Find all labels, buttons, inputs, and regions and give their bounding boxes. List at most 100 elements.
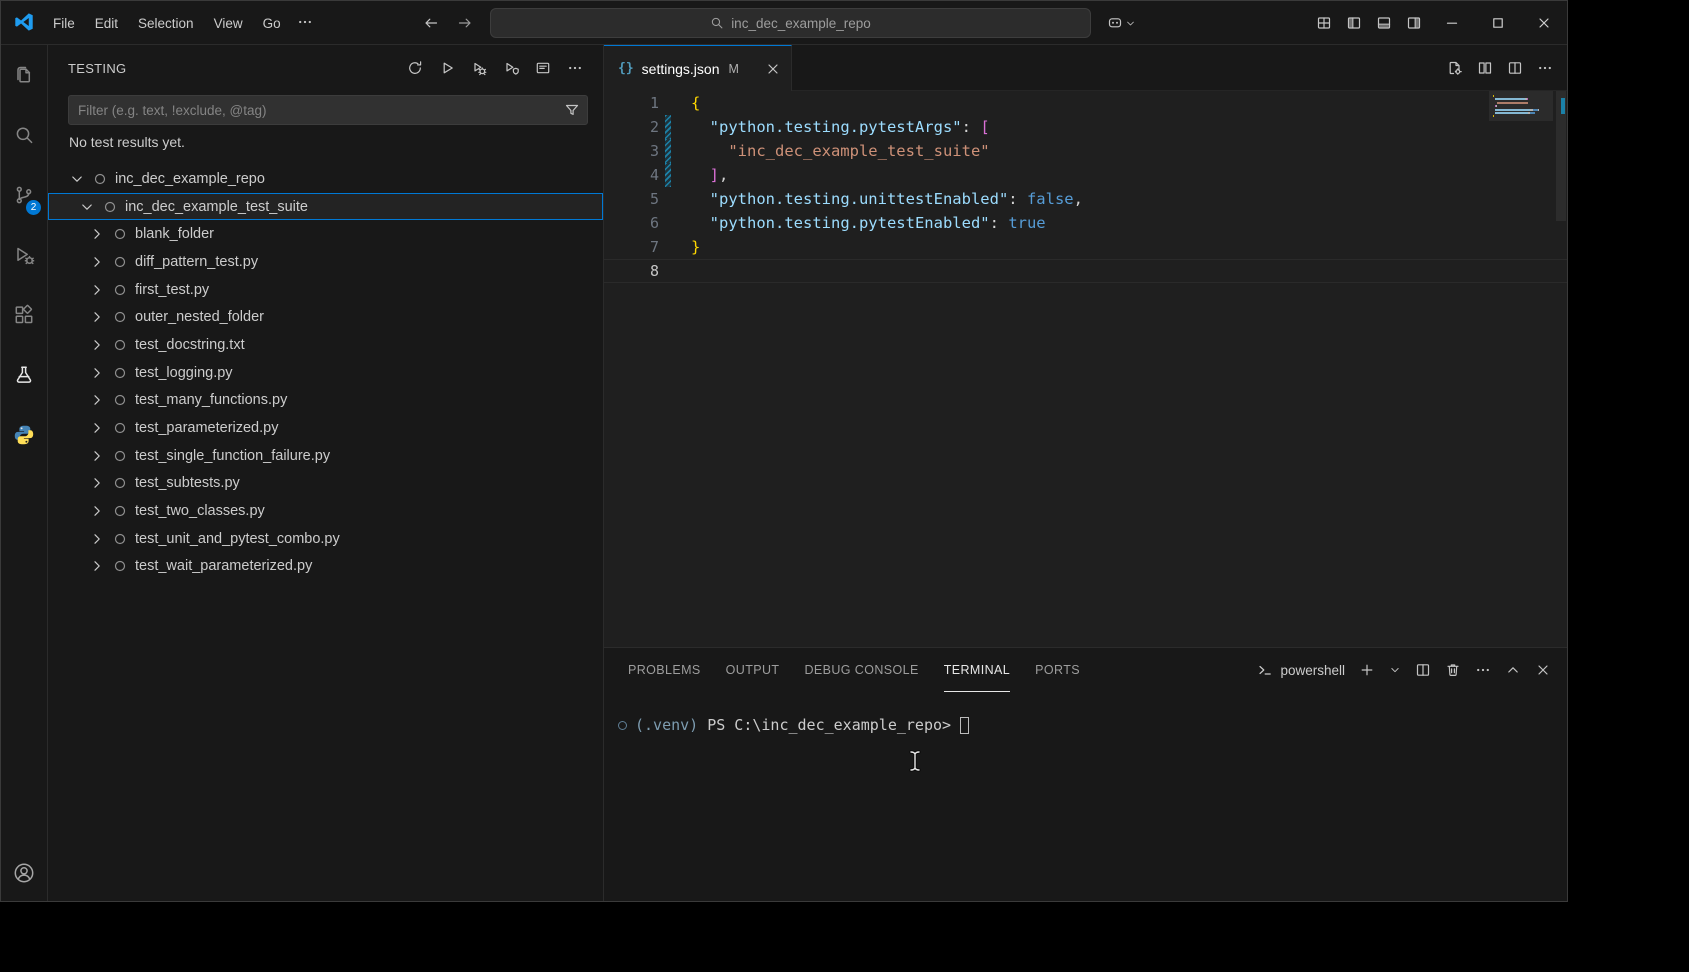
new-terminal-icon[interactable] [1359,662,1375,678]
chevron-right-icon[interactable] [89,503,105,519]
chevron-down-icon[interactable] [69,171,85,187]
chevron-right-icon[interactable] [89,392,105,408]
activity-testing-icon[interactable] [1,345,47,405]
test-tree-item[interactable]: test_subtests.py [48,470,603,498]
chevron-right-icon[interactable] [89,448,105,464]
more-actions-icon[interactable] [1475,662,1491,678]
go-forward-icon[interactable] [457,15,473,31]
chevron-right-icon[interactable] [89,558,105,574]
maximize-panel-icon[interactable] [1505,662,1521,678]
chevron-right-icon[interactable] [89,226,105,242]
panel-tab-output[interactable]: OUTPUT [726,648,780,692]
run-tests-with-coverage-icon[interactable] [501,58,521,78]
test-tree-item[interactable]: first_test.py [48,276,603,304]
test-tree-item[interactable]: blank_folder [48,220,603,248]
filter-icon[interactable] [564,102,580,118]
command-decoration-icon[interactable] [618,721,627,730]
code-text: "python.testing.unittestEnabled": false, [691,187,1083,211]
more-actions-icon[interactable] [1537,60,1553,76]
open-settings-ui-icon[interactable] [1447,60,1463,76]
maximize-icon[interactable] [1475,1,1521,45]
chevron-down-icon[interactable] [79,199,95,215]
test-tree-item[interactable]: inc_dec_example_repo [48,165,603,193]
show-output-icon[interactable] [533,58,553,78]
terminal[interactable]: (.venv) PS C:\inc_dec_example_repo> [604,692,1567,901]
open-changes-icon[interactable] [1477,60,1493,76]
toggle-panel-icon[interactable] [1369,8,1399,38]
activity-account-icon[interactable] [1,851,47,895]
test-tree-item[interactable]: test_two_classes.py [48,497,603,525]
close-tab-icon[interactable] [765,61,781,77]
run-tests-icon[interactable] [437,58,457,78]
code-line[interactable]: 2 "python.testing.pytestArgs": [ [604,115,1567,139]
minimize-icon[interactable] [1429,1,1475,45]
test-tree-item[interactable]: outer_nested_folder [48,303,603,331]
test-tree-item[interactable]: test_unit_and_pytest_combo.py [48,525,603,553]
split-editor-icon[interactable] [1507,60,1523,76]
menu-file[interactable]: File [43,12,85,35]
code-line[interactable]: 8 [604,259,1567,283]
test-tree-item[interactable]: inc_dec_example_test_suite [48,193,603,221]
menu-selection[interactable]: Selection [128,12,204,35]
tab-settings-json[interactable]: {} settings.json M [604,45,792,91]
customize-layout-icon[interactable] [1309,8,1339,38]
activity-extensions-icon[interactable] [1,285,47,345]
activity-search-icon[interactable] [1,105,47,165]
more-actions-icon[interactable] [565,58,585,78]
split-terminal-icon[interactable] [1415,662,1431,678]
chevron-right-icon[interactable] [89,365,105,381]
minimap-line [1493,102,1549,104]
test-filter-input[interactable] [68,95,588,125]
activity-run-and-debug-icon[interactable] [1,225,47,285]
chevron-right-icon[interactable] [89,309,105,325]
activity-source-control-icon[interactable]: 2 [1,165,47,225]
minimap[interactable] [1489,91,1553,211]
chevron-right-icon[interactable] [89,475,105,491]
menu-edit[interactable]: Edit [85,12,128,35]
test-tree-item[interactable]: test_logging.py [48,359,603,387]
test-tree-item[interactable]: test_parameterized.py [48,414,603,442]
go-back-icon[interactable] [423,15,439,31]
copilot-button[interactable] [1107,11,1136,35]
menu-go[interactable]: Go [253,12,291,35]
test-tree-item[interactable]: test_many_functions.py [48,387,603,415]
panel-tab-debug-console[interactable]: DEBUG CONSOLE [804,648,918,692]
close-panel-icon[interactable] [1535,662,1551,678]
code-line[interactable]: 6 "python.testing.pytestEnabled": true [604,211,1567,235]
menu-overflow-icon[interactable] [291,10,319,37]
command-center[interactable]: inc_dec_example_repo [490,8,1091,38]
code-line[interactable]: 7} [604,235,1567,259]
code-line[interactable]: 3 "inc_dec_example_test_suite" [604,139,1567,163]
test-tree-item[interactable]: test_docstring.txt [48,331,603,359]
menu-view[interactable]: View [204,12,253,35]
panel-tab-terminal[interactable]: TERMINAL [944,648,1010,692]
test-tree-item[interactable]: test_wait_parameterized.py [48,553,603,581]
minimap-line [1493,95,1549,97]
chevron-right-icon[interactable] [89,531,105,547]
minimap-line [1493,115,1549,117]
scm-badge: 2 [25,199,42,216]
panel-tab-ports[interactable]: PORTS [1035,648,1080,692]
code-line[interactable]: 4 ], [604,163,1567,187]
toggle-secondary-sidebar-icon[interactable] [1399,8,1429,38]
close-window-icon[interactable] [1521,1,1567,45]
code-editor[interactable]: 1{2 "python.testing.pytestArgs": [3 "inc… [604,91,1567,647]
launch-profile-icon[interactable] [1389,664,1401,676]
activity-explorer-icon[interactable] [1,45,47,105]
code-line[interactable]: 5 "python.testing.unittestEnabled": fals… [604,187,1567,211]
kill-terminal-icon[interactable] [1445,662,1461,678]
test-tree-item[interactable]: diff_pattern_test.py [48,248,603,276]
refresh-tests-icon[interactable] [405,58,425,78]
activity-python-icon[interactable] [1,405,47,465]
chevron-right-icon[interactable] [89,337,105,353]
chevron-right-icon[interactable] [89,282,105,298]
debug-tests-icon[interactable] [469,58,489,78]
toggle-primary-sidebar-icon[interactable] [1339,8,1369,38]
chevron-right-icon[interactable] [89,420,105,436]
panel-tab-problems[interactable]: PROBLEMS [628,648,701,692]
chevron-right-icon[interactable] [89,254,105,270]
code-line[interactable]: 1{ [604,91,1567,115]
terminal-shell-chip[interactable]: powershell [1257,662,1345,678]
test-tree-item[interactable]: test_single_function_failure.py [48,442,603,470]
test-state-circle-icon [112,420,128,436]
